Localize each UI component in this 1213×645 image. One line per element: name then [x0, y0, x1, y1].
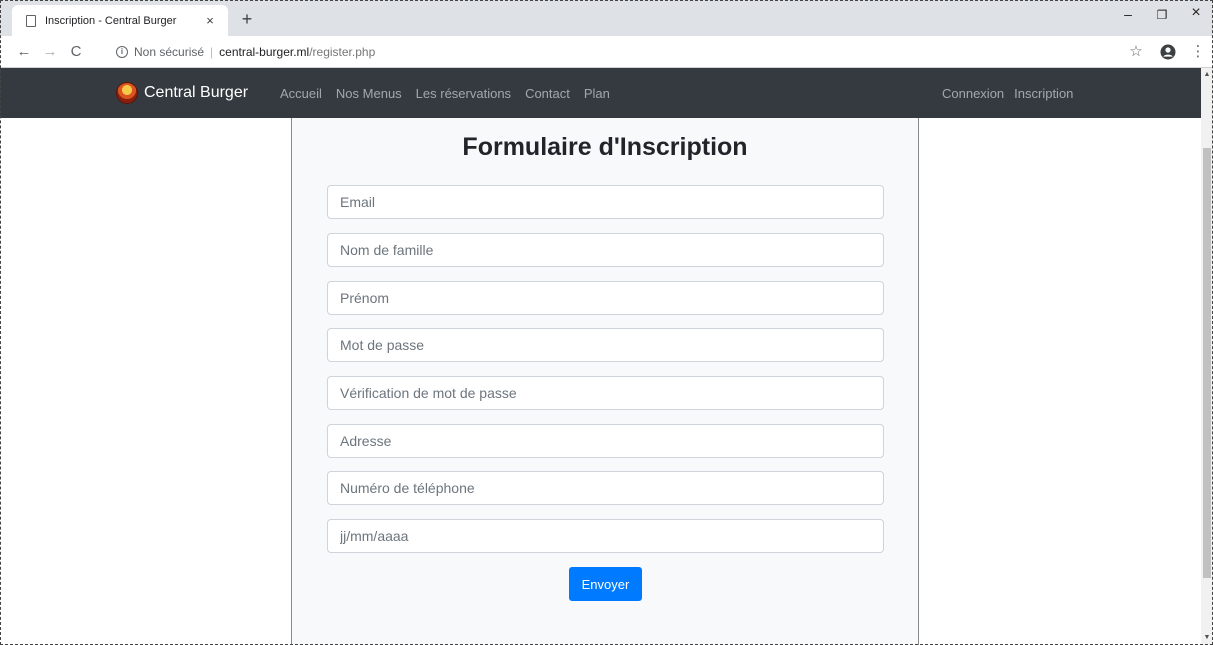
- profile-icon[interactable]: [1158, 42, 1178, 66]
- security-label: Non sécurisé: [134, 45, 205, 59]
- page-viewport: Central Burger Accueil Nos Menus Les rés…: [0, 68, 1201, 645]
- info-icon[interactable]: i: [116, 46, 128, 58]
- first-name-field[interactable]: [327, 281, 884, 315]
- phone-field[interactable]: [327, 471, 884, 505]
- account-nav: Connexion Inscription: [942, 86, 1083, 101]
- site-navbar: Central Burger Accueil Nos Menus Les rés…: [0, 68, 1201, 118]
- forward-icon[interactable]: →: [40, 42, 60, 62]
- birthdate-field[interactable]: [327, 519, 884, 553]
- address-bar[interactable]: i Non sécurisé | central-burger.ml /regi…: [104, 39, 1104, 65]
- page-icon: [26, 14, 36, 27]
- restore-icon[interactable]: ❐: [1150, 8, 1174, 22]
- main-nav: Accueil Nos Menus Les réservations Conta…: [280, 86, 624, 101]
- brand-name: Central Burger: [144, 84, 249, 101]
- scroll-up-icon[interactable]: ▲: [1201, 68, 1213, 82]
- registration-form-card: Formulaire d'Inscription Envoyer: [291, 118, 919, 645]
- browser-toolbar: ← → C i Non sécurisé | central-burger.ml…: [0, 36, 1213, 68]
- window-close-icon[interactable]: ×: [1184, 4, 1208, 22]
- menu-kebab-icon[interactable]: ⋮: [1188, 42, 1208, 62]
- password-field[interactable]: [327, 328, 884, 362]
- tab-title: Inscription - Central Burger: [45, 14, 177, 27]
- burger-logo-icon: [116, 82, 138, 104]
- url-separator: |: [210, 45, 214, 59]
- nav-link-contact[interactable]: Contact: [525, 86, 570, 101]
- brand-link[interactable]: Central Burger: [116, 81, 248, 105]
- scroll-down-icon[interactable]: ▼: [1201, 631, 1213, 645]
- nav-link-accueil[interactable]: Accueil: [280, 86, 322, 101]
- submit-button[interactable]: Envoyer: [569, 567, 642, 601]
- nav-link-inscription[interactable]: Inscription: [1014, 86, 1073, 101]
- email-field[interactable]: [327, 185, 884, 219]
- nav-link-nos-menus[interactable]: Nos Menus: [336, 86, 402, 101]
- reload-icon[interactable]: C: [66, 42, 86, 62]
- back-icon[interactable]: ←: [14, 42, 34, 62]
- password-confirm-field[interactable]: [327, 376, 884, 410]
- last-name-field[interactable]: [327, 233, 884, 267]
- browser-tab-active[interactable]: Inscription - Central Burger ×: [12, 5, 228, 36]
- tab-close-icon[interactable]: ×: [202, 13, 218, 28]
- bookmark-star-icon[interactable]: ☆: [1126, 42, 1146, 62]
- browser-tab-strip: Inscription - Central Burger × + – ❐ ×: [0, 0, 1213, 36]
- address-field[interactable]: [327, 424, 884, 458]
- nav-link-plan[interactable]: Plan: [584, 86, 610, 101]
- page-scrollbar[interactable]: ▲ ▼: [1201, 68, 1213, 645]
- scroll-thumb[interactable]: [1203, 148, 1211, 578]
- new-tab-icon[interactable]: +: [237, 8, 257, 30]
- nav-link-reservations[interactable]: Les réservations: [416, 86, 511, 101]
- minimize-icon[interactable]: –: [1116, 6, 1140, 22]
- form-title: Formulaire d'Inscription: [462, 133, 748, 161]
- url-path: /register.php: [309, 45, 376, 59]
- url-host: central-burger.ml: [219, 45, 310, 59]
- nav-link-connexion[interactable]: Connexion: [942, 86, 1004, 101]
